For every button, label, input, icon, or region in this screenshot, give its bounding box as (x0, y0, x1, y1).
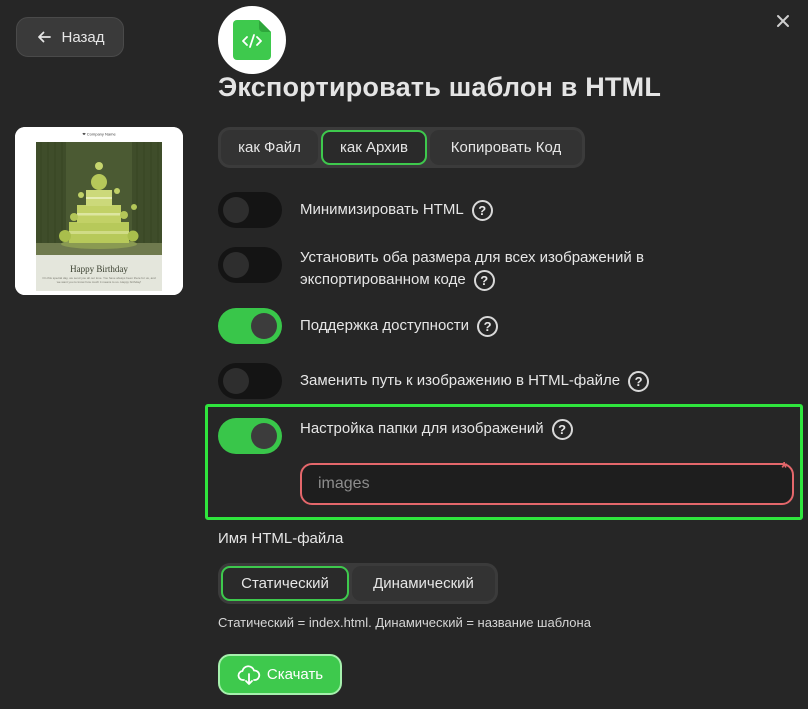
image-folder-toggle[interactable] (218, 418, 282, 454)
preview-body-text: On this special day, we send you all our… (42, 277, 156, 284)
back-button-label: Назад (61, 28, 105, 46)
replace-image-path-toggle[interactable] (218, 363, 282, 399)
filename-section-label: Имя HTML-файла (218, 530, 344, 547)
preview-card-title: Happy Birthday (70, 264, 128, 274)
tab-as-file[interactable]: как Файл (221, 130, 318, 165)
help-icon[interactable]: ? (473, 269, 495, 291)
template-preview: ❤ Company Name Happy Birthday On this sp… (15, 127, 183, 295)
dialog-title: Экспортировать шаблон в HTML (218, 72, 662, 102)
option-image-folder: Настройка папки для изображений? (218, 418, 573, 454)
option-label: Поддержка доступности (300, 317, 470, 334)
tab-copy-code[interactable]: Копировать Код (430, 130, 582, 165)
option-label: Заменить путь к изображению в HTML-файле (300, 372, 621, 389)
option-accessibility: Поддержка доступности? (218, 308, 499, 344)
close-button[interactable] (772, 10, 794, 32)
html-file-logo (218, 6, 286, 74)
back-button[interactable]: Назад (16, 17, 124, 57)
image-sizes-toggle[interactable] (218, 247, 282, 283)
tab-as-archive[interactable]: как Архив (321, 130, 427, 165)
option-minify-html: Минимизировать HTML? (218, 192, 493, 228)
code-file-icon (233, 20, 271, 60)
cloud-download-icon (237, 664, 261, 685)
required-mark: * (781, 460, 788, 477)
help-icon[interactable]: ? (551, 418, 573, 440)
option-image-sizes: Установить оба размера для всех изображе… (218, 247, 710, 291)
close-icon (777, 15, 789, 27)
help-icon[interactable]: ? (477, 315, 499, 337)
minify-html-toggle[interactable] (218, 192, 282, 228)
tab-dynamic[interactable]: Динамический (352, 566, 495, 601)
help-icon[interactable]: ? (628, 370, 650, 392)
export-mode-switch: как Файл как Архив Копировать Код (218, 127, 585, 168)
option-label: Настройка папки для изображений (300, 420, 544, 437)
filename-hint: Статический = index.html. Динамический =… (218, 615, 591, 630)
export-dialog: Назад ❤ Company Name Happy Birthday On t… (0, 0, 808, 709)
help-icon[interactable]: ? (471, 199, 493, 221)
download-button-label: Скачать (266, 666, 324, 683)
filename-mode-switch: Статический Динамический (218, 563, 498, 604)
option-replace-image-path: Заменить путь к изображению в HTML-файле… (218, 363, 650, 399)
option-label: Установить оба размера для всех изображе… (300, 249, 644, 288)
preview-header: ❤ Company Name (82, 132, 116, 137)
accessibility-toggle[interactable] (218, 308, 282, 344)
tab-static[interactable]: Статический (221, 566, 349, 601)
download-button[interactable]: Скачать (218, 654, 342, 695)
option-label: Минимизировать HTML (300, 201, 464, 218)
image-folder-input[interactable] (300, 463, 794, 505)
arrow-left-icon (37, 31, 51, 43)
